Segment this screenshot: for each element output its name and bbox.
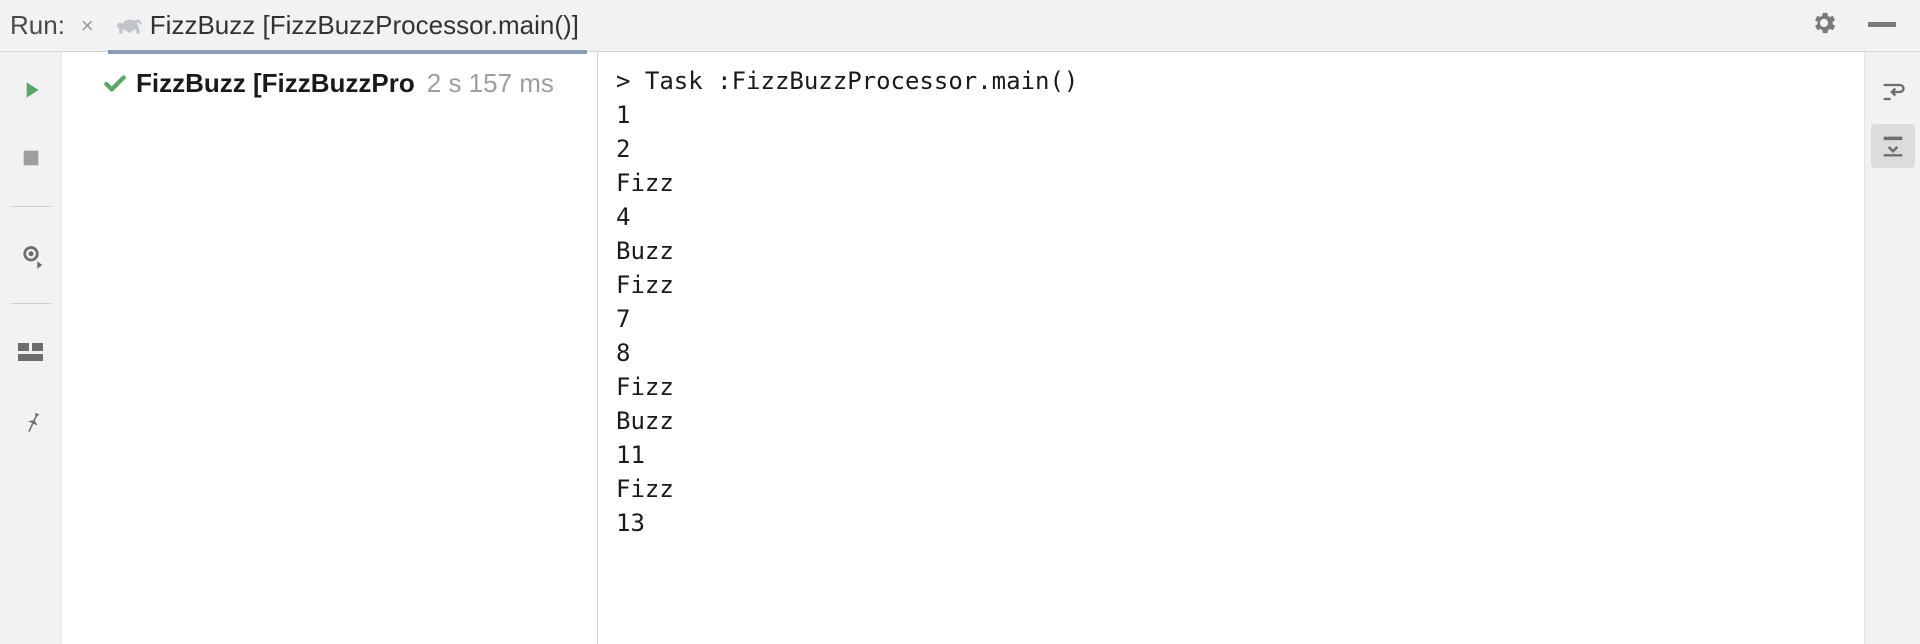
run-right-toolbar	[1864, 52, 1920, 644]
layout-icon[interactable]	[11, 332, 51, 372]
hide-panel-icon[interactable]	[1868, 17, 1896, 35]
tree-item[interactable]: FizzBuzz [FizzBuzzPro 2 s 157 ms	[102, 68, 585, 99]
console-output[interactable]: > Task :FizzBuzzProcessor.main()12Fizz4B…	[598, 52, 1864, 644]
tree-item-duration: 2 s 157 ms	[427, 68, 554, 99]
console-line: 7	[616, 302, 1864, 336]
run-label: Run:	[10, 10, 65, 41]
soft-wrap-icon[interactable]	[1871, 70, 1915, 114]
run-left-toolbar	[0, 52, 62, 644]
close-tab-icon[interactable]: ×	[75, 13, 100, 39]
console-line: Buzz	[616, 404, 1864, 438]
success-check-icon	[102, 71, 128, 97]
stop-button[interactable]	[11, 138, 51, 178]
console-line: 13	[616, 506, 1864, 540]
console-line: Fizz	[616, 370, 1864, 404]
console-line: Buzz	[616, 234, 1864, 268]
gradle-elephant-icon	[116, 13, 142, 39]
console-line: Fizz	[616, 268, 1864, 302]
settings-gear-icon[interactable]	[1810, 9, 1838, 42]
console-line: 1	[616, 98, 1864, 132]
run-tool-header: Run: × FizzBuzz [FizzBuzzProcessor.main(…	[0, 0, 1920, 52]
console-line: Fizz	[616, 166, 1864, 200]
toolbar-separator	[11, 206, 51, 207]
console-line: > Task :FizzBuzzProcessor.main()	[616, 64, 1864, 98]
scroll-to-end-icon[interactable]	[1871, 124, 1915, 168]
run-config-tab[interactable]: FizzBuzz [FizzBuzzProcessor.main()]	[108, 2, 587, 54]
console-line: 2	[616, 132, 1864, 166]
console-line: Fizz	[616, 472, 1864, 506]
test-tree-panel: FizzBuzz [FizzBuzzPro 2 s 157 ms	[62, 52, 598, 644]
rerun-button[interactable]	[11, 70, 51, 110]
console-line: 11	[616, 438, 1864, 472]
show-filter-icon[interactable]	[11, 235, 51, 275]
console-line: 4	[616, 200, 1864, 234]
toolbar-separator	[11, 303, 51, 304]
console-line: 8	[616, 336, 1864, 370]
run-config-tab-label: FizzBuzz [FizzBuzzProcessor.main()]	[150, 10, 579, 41]
pin-icon[interactable]	[11, 400, 51, 440]
tree-item-name: FizzBuzz [FizzBuzzPro	[136, 68, 415, 99]
